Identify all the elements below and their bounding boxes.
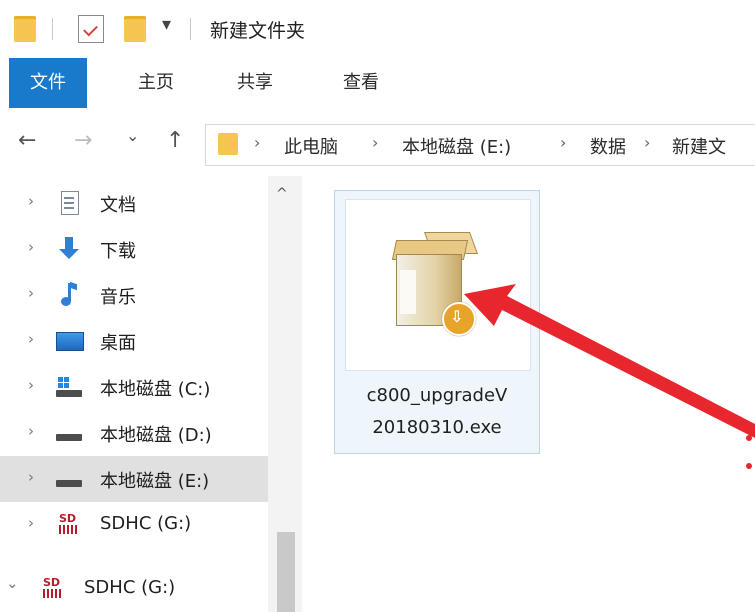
music-icon bbox=[56, 281, 82, 307]
drive-icon bbox=[56, 421, 82, 445]
properties-icon[interactable] bbox=[78, 15, 104, 43]
nav-item-downloads[interactable]: › 下载 bbox=[0, 226, 268, 272]
nav-label: 音乐 bbox=[100, 287, 136, 308]
nav-label: SDHC (G:) bbox=[84, 577, 176, 598]
breadcrumb-this-pc[interactable]: 此电脑 bbox=[284, 133, 338, 159]
expand-arrow-icon[interactable]: › bbox=[28, 468, 34, 486]
nav-label: 本地磁盘 (E:) bbox=[100, 471, 210, 492]
annotation-dot bbox=[746, 435, 752, 441]
annotation-dot bbox=[746, 463, 752, 469]
nav-item-music[interactable]: › 音乐 bbox=[0, 272, 268, 318]
scroll-up-arrow-icon[interactable]: ^ bbox=[276, 186, 288, 202]
nav-item-sdhc-g[interactable]: › SD SDHC (G:) bbox=[0, 502, 268, 548]
nav-label: 桌面 bbox=[100, 333, 136, 354]
ribbon-tabs: 文件 主页 共享 查看 bbox=[0, 58, 755, 109]
download-icon bbox=[56, 237, 82, 261]
nav-item-drive-c[interactable]: › 本地磁盘 (C:) bbox=[0, 364, 268, 410]
expand-arrow-icon[interactable]: › bbox=[28, 422, 34, 440]
expand-arrow-icon[interactable]: › bbox=[28, 376, 34, 394]
scrollbar-thumb[interactable] bbox=[277, 532, 295, 612]
annotation-arrow bbox=[464, 284, 755, 469]
nav-item-desktop[interactable]: › 桌面 bbox=[0, 318, 268, 364]
breadcrumb-new-folder[interactable]: 新建文 bbox=[672, 133, 726, 159]
separator bbox=[52, 18, 53, 40]
annotation-arrow-shape bbox=[464, 284, 755, 438]
expand-arrow-icon[interactable]: › bbox=[28, 192, 34, 210]
window-title: 新建文件夹 bbox=[210, 20, 306, 42]
navigation-bar: ← → ⌄ ↑ › 此电脑 › 本地磁盘 (E:) › 数据 › 新建文 bbox=[0, 108, 755, 176]
tab-home[interactable]: 主页 bbox=[116, 58, 196, 108]
new-folder-icon[interactable] bbox=[124, 16, 146, 42]
nav-item-sdhc-g-root[interactable]: ⌄ SD SDHC (G:) bbox=[0, 566, 268, 612]
expand-arrow-icon[interactable]: › bbox=[28, 330, 34, 348]
breadcrumb-separator[interactable]: › bbox=[372, 133, 378, 152]
check-mark-icon bbox=[83, 21, 98, 37]
tab-view[interactable]: 查看 bbox=[321, 58, 401, 108]
breadcrumb-data[interactable]: 数据 bbox=[590, 133, 626, 159]
system-drive-icon bbox=[56, 375, 82, 399]
breadcrumb-separator[interactable]: › bbox=[644, 133, 650, 152]
nav-label: 本地磁盘 (C:) bbox=[100, 379, 211, 400]
desktop-icon bbox=[56, 329, 84, 353]
expand-arrow-icon[interactable]: › bbox=[28, 238, 34, 256]
expand-arrow-icon[interactable]: › bbox=[28, 284, 34, 302]
title-bar: ▾ 新建文件夹 bbox=[0, 0, 755, 58]
folder-icon bbox=[218, 133, 238, 155]
expand-arrow-icon[interactable]: › bbox=[28, 514, 34, 532]
sd-card-icon: SD bbox=[40, 577, 66, 601]
customize-qat-dropdown[interactable]: ▾ bbox=[162, 14, 171, 35]
nav-item-drive-d[interactable]: › 本地磁盘 (D:) bbox=[0, 410, 268, 456]
separator bbox=[190, 18, 191, 40]
forward-arrow-icon[interactable]: → bbox=[74, 128, 92, 153]
breadcrumb-separator[interactable]: › bbox=[254, 133, 260, 152]
tab-file[interactable]: 文件 bbox=[9, 58, 87, 108]
breadcrumb-separator[interactable]: › bbox=[560, 133, 566, 152]
address-bar[interactable]: › 此电脑 › 本地磁盘 (E:) › 数据 › 新建文 bbox=[205, 124, 755, 166]
document-icon bbox=[56, 191, 82, 215]
tab-share[interactable]: 共享 bbox=[215, 58, 295, 108]
nav-item-drive-e[interactable]: › 本地磁盘 (E:) bbox=[0, 456, 268, 502]
navigation-pane: › 文档 › 下载 › 音乐 › 桌面 › 本地磁盘 (C:) › 本地磁盘 (… bbox=[0, 176, 302, 612]
sd-card-icon: SD bbox=[56, 513, 82, 537]
nav-label: 下载 bbox=[100, 241, 136, 262]
up-arrow-icon[interactable]: ↑ bbox=[166, 128, 184, 153]
nav-label: 本地磁盘 (D:) bbox=[100, 425, 212, 446]
collapse-arrow-icon[interactable]: ⌄ bbox=[6, 574, 19, 592]
folder-icon[interactable] bbox=[14, 16, 36, 42]
breadcrumb-drive-e[interactable]: 本地磁盘 (E:) bbox=[402, 133, 511, 159]
back-arrow-icon[interactable]: ← bbox=[18, 128, 36, 153]
recent-locations-icon[interactable]: ⌄ bbox=[126, 126, 139, 145]
nav-label: 文档 bbox=[100, 195, 136, 216]
nav-item-documents[interactable]: › 文档 bbox=[0, 180, 268, 226]
drive-icon bbox=[56, 467, 82, 491]
nav-label: SDHC (G:) bbox=[100, 513, 192, 534]
